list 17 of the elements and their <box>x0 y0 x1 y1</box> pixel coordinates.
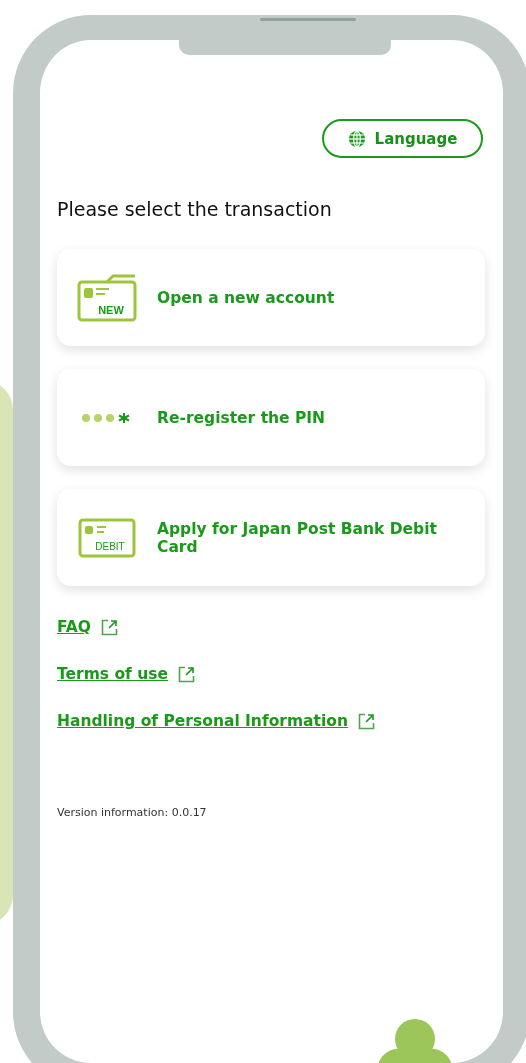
external-link-icon[interactable] <box>178 665 195 683</box>
language-button[interactable]: Language <box>322 119 483 158</box>
globe-icon <box>347 129 366 148</box>
version-text: Version information: 0.0.17 <box>57 806 208 819</box>
transaction-option-card[interactable]: NEW Open a new account <box>57 249 485 346</box>
help-link[interactable]: FAQ <box>57 618 91 636</box>
help-link[interactable]: Terms of use <box>57 665 168 683</box>
page-heading: Please select the transaction <box>57 198 333 220</box>
option-label: Re-register the PIN <box>157 408 326 427</box>
option-label: Apply for Japan Post Bank Debit Card <box>157 519 438 556</box>
transaction-option-card[interactable]: Re-register the PIN <box>57 369 485 466</box>
external-link-icon[interactable] <box>101 618 118 636</box>
option-label: Open a new account <box>157 288 335 307</box>
debit-card-icon: DEBIT <box>78 517 136 558</box>
transaction-option-card[interactable]: DEBIT Apply for Japan Post Bank Debit Card <box>57 489 485 586</box>
help-link[interactable]: Handling of Personal Information <box>57 712 348 730</box>
external-link-icon[interactable] <box>357 712 375 730</box>
